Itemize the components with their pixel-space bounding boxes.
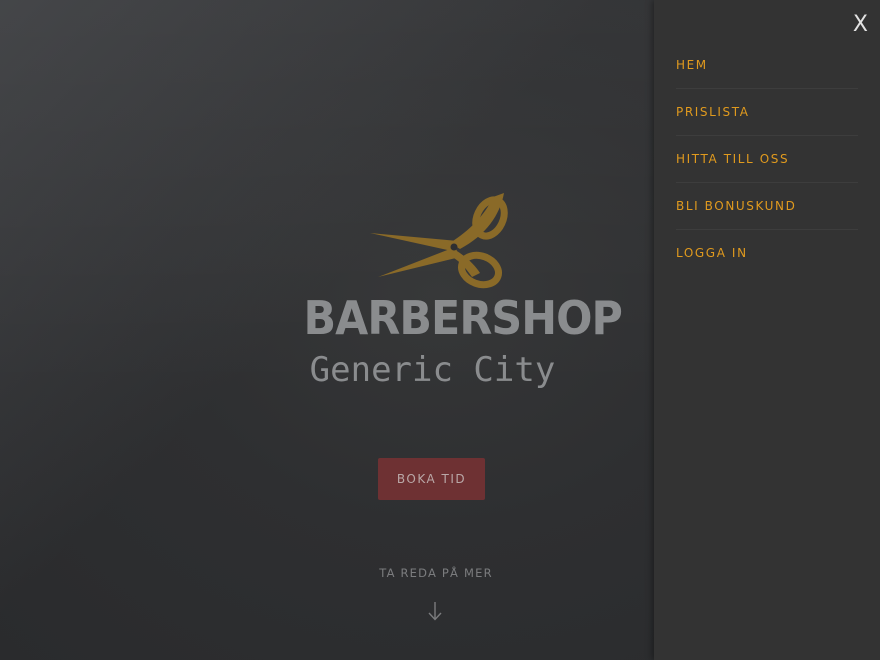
menu-item-prislista[interactable]: PRISLISTA: [676, 89, 858, 136]
side-menu-panel: X HEM PRISLISTA HITTA TILL OSS BLI BONUS…: [654, 0, 880, 660]
logo-city-name: Generic City: [309, 350, 556, 390]
book-appointment-button[interactable]: BOKA TID: [378, 458, 485, 500]
logo-brand-name: BARBERSHOP: [303, 291, 623, 345]
arrow-down-icon[interactable]: [426, 600, 444, 622]
menu-item-bli-bonuskund[interactable]: BLI BONUSKUND: [676, 183, 858, 230]
menu-item-hem[interactable]: HEM: [676, 42, 858, 89]
menu-item-logga-in[interactable]: LOGGA IN: [676, 230, 858, 276]
menu-list: HEM PRISLISTA HITTA TILL OSS BLI BONUSKU…: [676, 42, 858, 276]
learn-more-link[interactable]: TA REDA PÅ MER: [360, 566, 512, 580]
close-menu-button[interactable]: X: [853, 12, 868, 38]
menu-item-hitta-till-oss[interactable]: HITTA TILL OSS: [676, 136, 858, 183]
